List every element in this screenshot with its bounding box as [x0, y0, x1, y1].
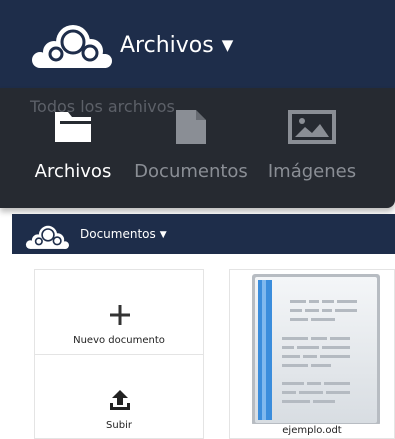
caret-down-icon: ▼	[159, 230, 167, 240]
top-header: Archivos ▼	[0, 0, 395, 88]
app-entry-documents[interactable]: Documentos	[132, 88, 250, 208]
app-title-label: Documentos	[80, 227, 156, 241]
upload-icon	[110, 390, 130, 410]
plus-icon	[110, 305, 130, 325]
upload-button[interactable]: Subir	[35, 355, 203, 439]
document-actions-panel: Nuevo documento Subir	[34, 269, 204, 439]
new-document-button[interactable]: Nuevo documento	[35, 270, 203, 355]
document-icon	[176, 110, 206, 144]
apps-menu: Todos los archivos Archivos Documentos I…	[0, 88, 395, 208]
app-entry-label: Archivos	[34, 161, 112, 182]
upload-label: Subir	[106, 420, 132, 431]
app-entry-gallery[interactable]: Imágenes	[262, 88, 362, 208]
new-document-label: Nuevo documento	[73, 335, 165, 346]
app-title-label: Archivos	[120, 33, 214, 58]
owncloud-logo[interactable]	[22, 222, 74, 250]
folder-icon	[55, 112, 91, 142]
app-entry-files[interactable]: Archivos	[28, 88, 118, 208]
document-filename: ejemplo.odt	[230, 424, 394, 438]
caret-down-icon: ▼	[221, 36, 234, 54]
app-title-button[interactable]: Archivos ▼	[120, 30, 233, 61]
document-item[interactable]: ejemplo.odt	[229, 269, 395, 439]
owncloud-logo[interactable]	[28, 18, 118, 70]
documents-header: Documentos ▼	[12, 214, 395, 254]
app-entry-label: Imágenes	[267, 161, 357, 182]
odt-document-thumbnail	[252, 274, 380, 426]
app-entry-label: Documentos	[134, 161, 248, 182]
app-title-button[interactable]: Documentos ▼	[80, 226, 167, 243]
image-icon	[288, 110, 336, 144]
